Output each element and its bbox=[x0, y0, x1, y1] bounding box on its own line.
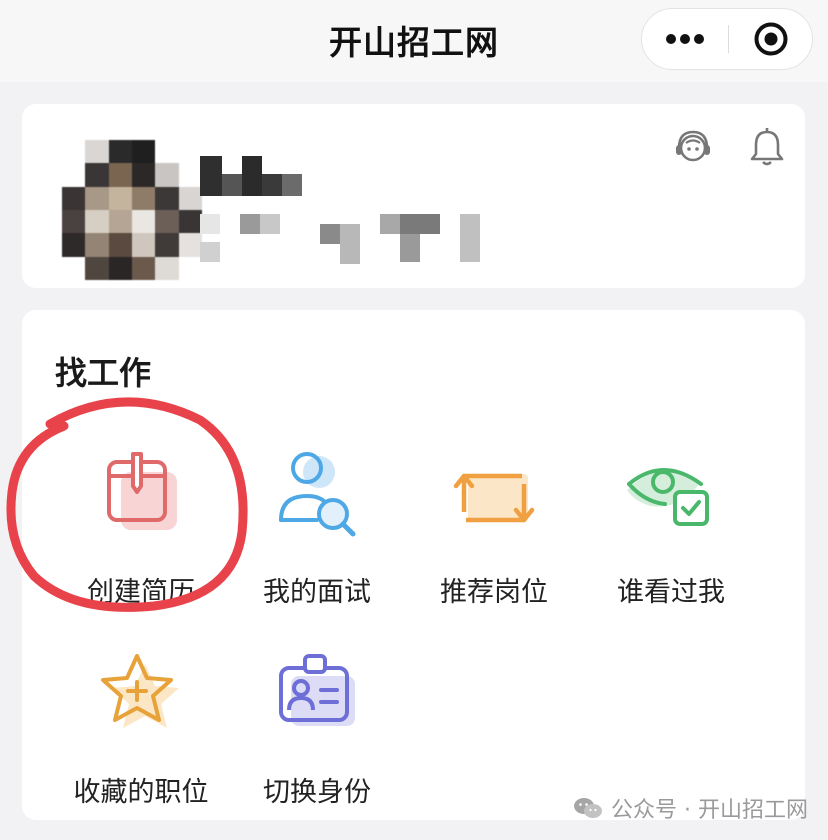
target-close-icon bbox=[754, 22, 788, 56]
who-viewed-me-button[interactable]: 谁看过我 bbox=[583, 450, 759, 640]
watermark-text: 公众号 · 开山招工网 bbox=[611, 798, 808, 823]
tile-label: 收藏的职位 bbox=[73, 777, 209, 808]
watermark: 公众号 · 开山招工网 bbox=[573, 792, 808, 824]
profile-name bbox=[200, 156, 304, 204]
avatar[interactable] bbox=[62, 140, 202, 280]
bell-icon bbox=[750, 128, 784, 166]
my-interviews-button[interactable]: 我的面试 bbox=[229, 450, 405, 640]
tile-label: 切换身份 bbox=[263, 777, 371, 808]
title-bar: 开山招工网 bbox=[0, 0, 828, 82]
close-button[interactable] bbox=[729, 9, 813, 69]
star-plus-icon bbox=[91, 650, 191, 750]
find-job-card: 找工作 创建简历 我的面试 推荐岗位 谁看过我 收藏的职位 切换身份 bbox=[22, 310, 805, 820]
mini-program-capsule bbox=[641, 8, 813, 70]
profile-card[interactable] bbox=[22, 104, 805, 288]
switch-identity-button[interactable]: 切换身份 bbox=[229, 650, 405, 840]
saved-jobs-button[interactable]: 收藏的职位 bbox=[53, 650, 229, 840]
screen: 开山招工网 找工作 创建简历 我的面试 推荐岗位 谁看过我 收藏的职位 切换身份… bbox=[0, 0, 828, 840]
more-button[interactable] bbox=[642, 9, 728, 69]
tile-label: 我的面试 bbox=[263, 577, 371, 608]
tile-label: 推荐岗位 bbox=[440, 577, 548, 608]
tile-label: 谁看过我 bbox=[617, 577, 725, 608]
id-card-icon bbox=[267, 650, 367, 750]
section-title: 找工作 bbox=[55, 354, 152, 392]
more-dots-icon bbox=[666, 34, 704, 44]
interview-search-icon bbox=[267, 450, 367, 550]
customer-service-button[interactable] bbox=[670, 124, 716, 170]
tile-label: 创建简历 bbox=[87, 577, 195, 608]
profile-description bbox=[200, 214, 500, 264]
customer-service-icon bbox=[676, 130, 710, 162]
recommend-swap-icon bbox=[444, 450, 544, 550]
wechat-icon bbox=[574, 798, 603, 818]
recommended-jobs-button[interactable]: 推荐岗位 bbox=[406, 450, 582, 640]
resume-icon bbox=[91, 450, 191, 550]
create-resume-button[interactable]: 创建简历 bbox=[53, 450, 229, 640]
eye-check-icon bbox=[621, 450, 721, 550]
notification-button[interactable] bbox=[744, 124, 790, 170]
